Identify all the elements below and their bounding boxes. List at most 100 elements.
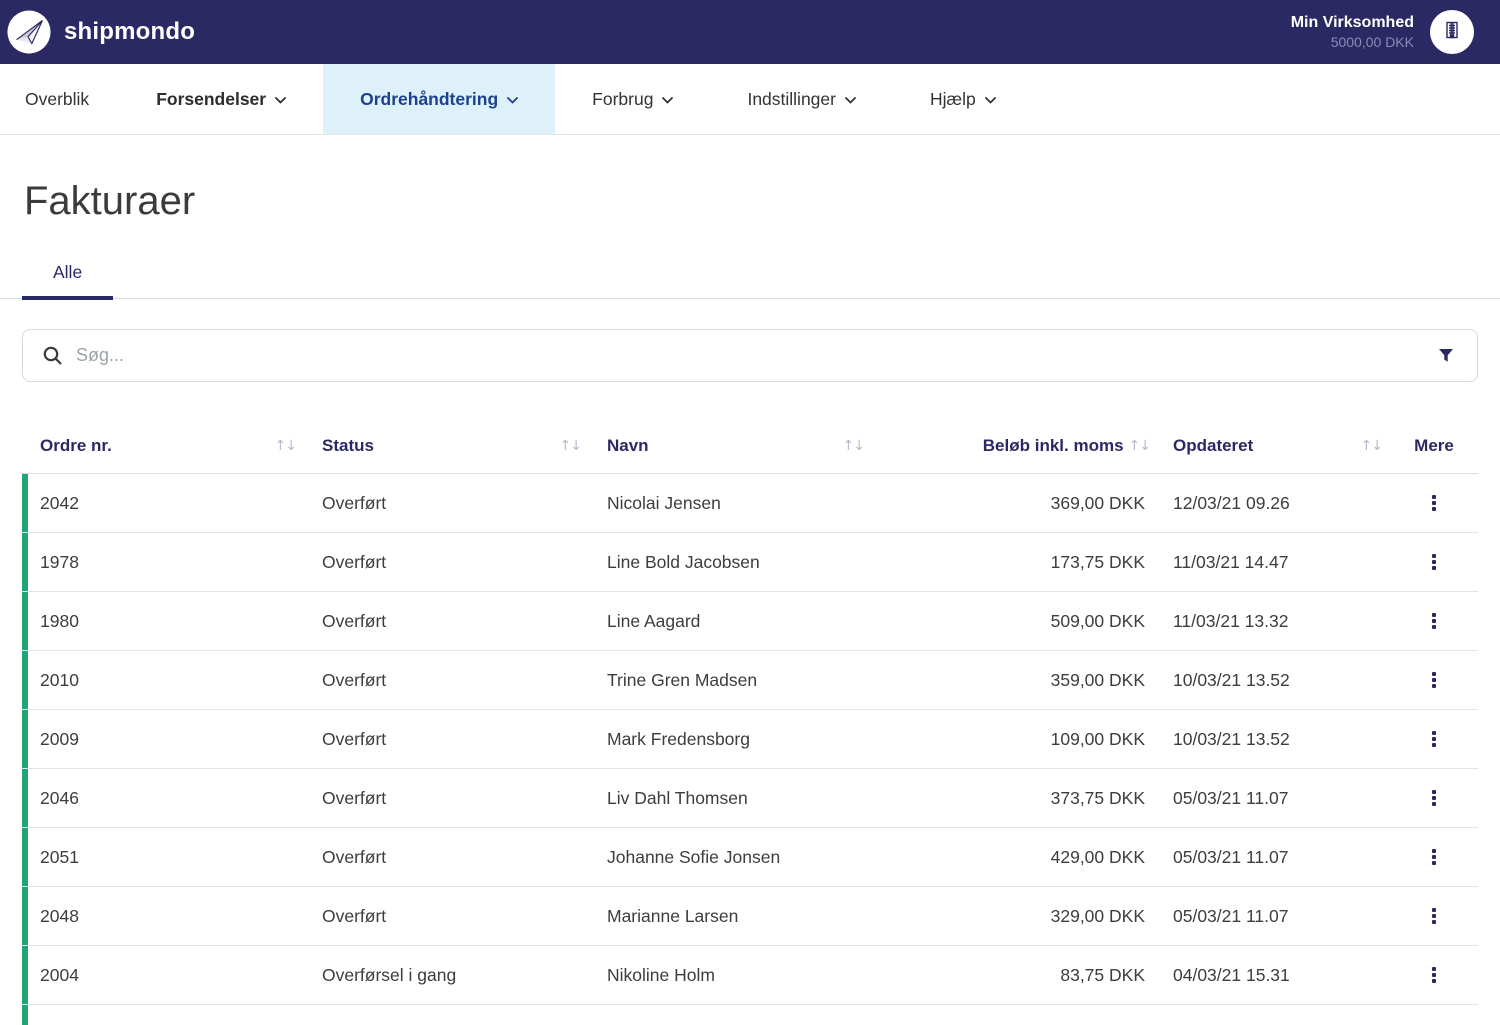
kebab-menu-icon[interactable] bbox=[1424, 902, 1444, 930]
cell-amount: 369,00 DKK bbox=[870, 474, 1150, 532]
column-header-order[interactable]: Ordre nr. ↑↓ bbox=[22, 436, 302, 456]
cell-more bbox=[1390, 651, 1478, 709]
kebab-menu-icon[interactable] bbox=[1424, 607, 1444, 635]
cell-amount: 429,00 DKK bbox=[870, 828, 1150, 886]
table-row[interactable]: 2004Overførsel i gangNikoline Holm83,75 … bbox=[22, 946, 1478, 1005]
cell-updated: 11/03/21 14.47 bbox=[1150, 533, 1390, 591]
cell-amount: 373,75 DKK bbox=[870, 769, 1150, 827]
cell-amount: 173,75 DKK bbox=[870, 533, 1150, 591]
cell-updated: 05/03/21 11.07 bbox=[1150, 887, 1390, 945]
nav-item-label: Forsendelser bbox=[156, 89, 266, 110]
nav-item-label: Ordrehåndtering bbox=[360, 89, 498, 110]
sort-icon[interactable]: ↑↓ bbox=[843, 438, 864, 454]
cell-order: 2051 bbox=[22, 828, 302, 886]
company-avatar[interactable] bbox=[1430, 10, 1474, 54]
cell-more bbox=[1390, 887, 1478, 945]
sort-icon[interactable]: ↑↓ bbox=[1129, 438, 1150, 454]
nav-item-ordreh-ndtering[interactable]: Ordrehåndtering bbox=[323, 64, 555, 134]
table-row[interactable]: 2048OverførtMarianne Larsen329,00 DKK05/… bbox=[22, 887, 1478, 946]
nav-item-forsendelser[interactable]: Forsendelser bbox=[119, 64, 323, 134]
cell-status: Overførsel i gang bbox=[302, 946, 587, 1004]
column-label: Opdateret bbox=[1173, 436, 1253, 456]
nav-item-overblik[interactable]: Overblik bbox=[0, 64, 119, 134]
search-input[interactable] bbox=[76, 345, 1421, 366]
column-label: Navn bbox=[607, 436, 649, 456]
kebab-menu-icon[interactable] bbox=[1424, 784, 1444, 812]
cell-status: Overført bbox=[302, 887, 587, 945]
tab-alle[interactable]: Alle bbox=[22, 248, 113, 300]
column-header-name[interactable]: Navn ↑↓ bbox=[587, 436, 870, 456]
table-body: 2042OverførtNicolai Jensen369,00 DKK12/0… bbox=[22, 474, 1478, 1025]
cell-name: Nikoline Holm bbox=[587, 946, 870, 1004]
cell-amount: 109,00 DKK bbox=[870, 710, 1150, 768]
kebab-menu-icon[interactable] bbox=[1424, 489, 1444, 517]
account-name: Min Virksomhed bbox=[1291, 13, 1414, 34]
cell-order: 2009 bbox=[22, 710, 302, 768]
table-row[interactable]: 1978OverførtLine Bold Jacobsen173,75 DKK… bbox=[22, 533, 1478, 592]
building-icon bbox=[1442, 20, 1462, 45]
sort-icon[interactable]: ↑↓ bbox=[275, 438, 296, 454]
cell-status: Overført bbox=[302, 828, 587, 886]
chevron-down-icon bbox=[275, 97, 286, 104]
cell-order: 2042 bbox=[22, 474, 302, 532]
top-header: shipmondo Min Virksomhed 5000,00 DKK bbox=[0, 0, 1500, 64]
brand[interactable]: shipmondo bbox=[6, 9, 195, 55]
cell-order: 2046 bbox=[22, 769, 302, 827]
cell-status: Overført bbox=[302, 592, 587, 650]
table-row-partial[interactable] bbox=[22, 1005, 1478, 1025]
kebab-menu-icon[interactable] bbox=[1424, 548, 1444, 576]
cell-name: Liv Dahl Thomsen bbox=[587, 769, 870, 827]
filter-icon[interactable] bbox=[1434, 344, 1458, 367]
cell-name: Johanne Sofie Jonsen bbox=[587, 828, 870, 886]
cell-updated: 05/03/21 11.07 bbox=[1150, 769, 1390, 827]
search-bar bbox=[22, 329, 1478, 382]
table-row[interactable]: 2046OverførtLiv Dahl Thomsen373,75 DKK05… bbox=[22, 769, 1478, 828]
cell-updated: 04/03/21 15.31 bbox=[1150, 946, 1390, 1004]
tab-bar: Alle bbox=[0, 248, 1500, 299]
table-row[interactable]: 1980OverførtLine Aagard509,00 DKK11/03/2… bbox=[22, 592, 1478, 651]
sort-icon[interactable]: ↑↓ bbox=[1361, 438, 1382, 454]
kebab-menu-icon[interactable] bbox=[1424, 666, 1444, 694]
table-row[interactable]: 2010OverførtTrine Gren Madsen359,00 DKK1… bbox=[22, 651, 1478, 710]
column-header-amount[interactable]: Beløb inkl. moms ↑↓ bbox=[870, 436, 1150, 456]
nav-item-forbrug[interactable]: Forbrug bbox=[555, 64, 710, 134]
chevron-down-icon bbox=[507, 97, 518, 104]
kebab-menu-icon[interactable] bbox=[1424, 725, 1444, 753]
table-row[interactable]: 2009OverførtMark Fredensborg109,00 DKK10… bbox=[22, 710, 1478, 769]
cell-name: Nicolai Jensen bbox=[587, 474, 870, 532]
column-header-status[interactable]: Status ↑↓ bbox=[302, 436, 587, 456]
cell-name: Marianne Larsen bbox=[587, 887, 870, 945]
kebab-menu-icon[interactable] bbox=[1424, 843, 1444, 871]
cell-more bbox=[1390, 710, 1478, 768]
cell-status: Overført bbox=[302, 533, 587, 591]
search-icon bbox=[42, 345, 63, 366]
cell-updated: 10/03/21 13.52 bbox=[1150, 651, 1390, 709]
main-nav: Overblik Forsendelser Ordrehåndtering Forbr… bbox=[0, 64, 1500, 135]
cell-status: Overført bbox=[302, 769, 587, 827]
cell-more bbox=[1390, 828, 1478, 886]
nav-item-label: Forbrug bbox=[592, 89, 653, 110]
cell-name: Trine Gren Madsen bbox=[587, 651, 870, 709]
cell-updated: 11/03/21 13.32 bbox=[1150, 592, 1390, 650]
kebab-menu-icon[interactable] bbox=[1424, 961, 1444, 989]
sort-icon[interactable]: ↑↓ bbox=[560, 438, 581, 454]
cell-name: Mark Fredensborg bbox=[587, 710, 870, 768]
account-text: Min Virksomhed 5000,00 DKK bbox=[1291, 13, 1414, 52]
table-row[interactable]: 2051OverførtJohanne Sofie Jonsen429,00 D… bbox=[22, 828, 1478, 887]
account-menu[interactable]: Min Virksomhed 5000,00 DKK bbox=[1291, 10, 1474, 54]
cell-more bbox=[1390, 533, 1478, 591]
nav-item-hj-lp[interactable]: Hjælp bbox=[893, 64, 1033, 134]
brand-name: shipmondo bbox=[64, 18, 195, 46]
shipmondo-logo-icon bbox=[6, 9, 52, 55]
column-label: Mere bbox=[1414, 436, 1454, 456]
cell-amount: 329,00 DKK bbox=[870, 887, 1150, 945]
column-header-updated[interactable]: Opdateret ↑↓ bbox=[1150, 436, 1390, 456]
invoices-table: Ordre nr. ↑↓ Status ↑↓ Navn ↑↓ Beløb ink… bbox=[22, 419, 1478, 1025]
content: Fakturaer Alle Ordre nr. ↑↓ Status ↑↓ bbox=[0, 179, 1500, 1025]
table-header: Ordre nr. ↑↓ Status ↑↓ Navn ↑↓ Beløb ink… bbox=[22, 419, 1478, 474]
cell-status: Overført bbox=[302, 710, 587, 768]
table-row[interactable]: 2042OverførtNicolai Jensen369,00 DKK12/0… bbox=[22, 474, 1478, 533]
nav-item-indstillinger[interactable]: Indstillinger bbox=[710, 64, 893, 134]
page-title: Fakturaer bbox=[24, 179, 1500, 224]
cell-status: Overført bbox=[302, 474, 587, 532]
